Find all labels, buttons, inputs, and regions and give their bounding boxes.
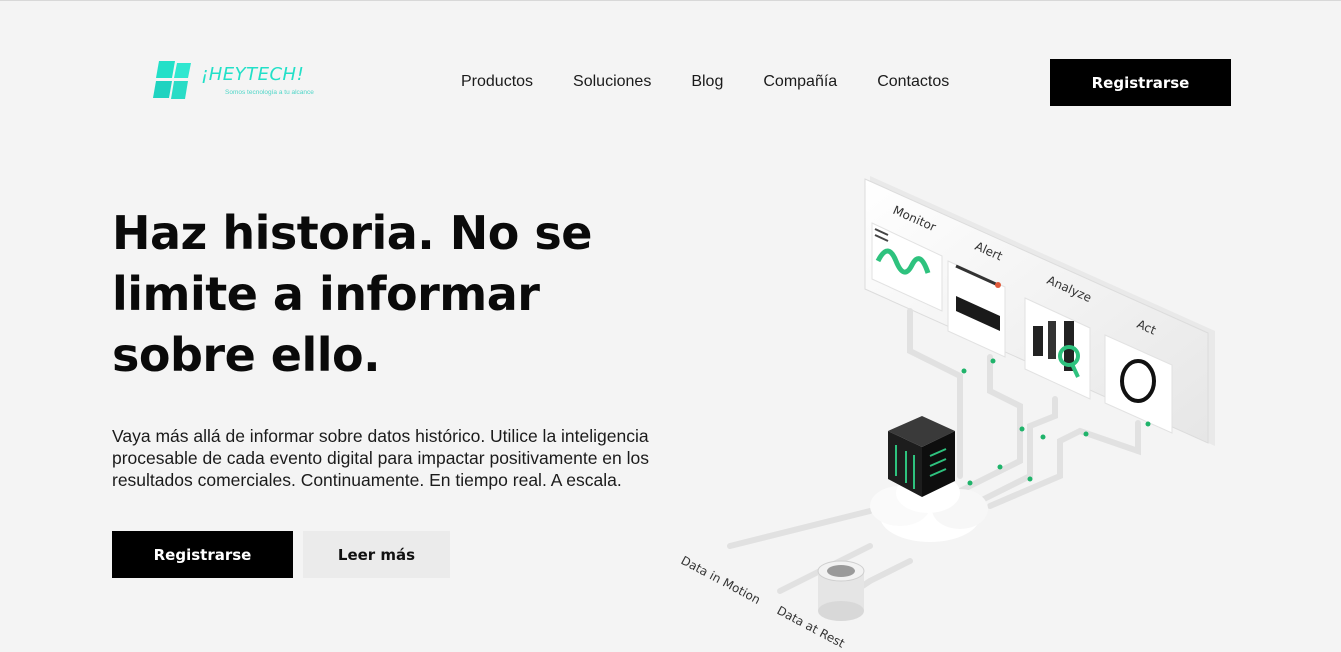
nav-item-blog[interactable]: Blog: [691, 73, 723, 91]
register-button[interactable]: Registrarse: [112, 531, 293, 578]
hero-title: Haz historia. No se limite a informar so…: [112, 206, 593, 382]
logo-mark-icon: [153, 61, 191, 99]
storage-cylinder-icon: [817, 560, 865, 621]
brand-logo[interactable]: ¡HEYTECH! Somos tecnología a tu alcance: [153, 59, 328, 103]
nav-item-soluciones[interactable]: Soluciones: [573, 73, 651, 91]
main-nav: Productos Soluciones Blog Compañía Conta…: [461, 73, 949, 91]
data-flow-illustration: Monitor Alert Analyze Act Data in Motion…: [679, 176, 1215, 651]
nav-item-contactos[interactable]: Contactos: [877, 73, 949, 91]
read-more-button[interactable]: Leer más: [303, 531, 450, 578]
processing-cube-icon: [888, 416, 955, 497]
header-register-button[interactable]: Registrarse: [1050, 59, 1231, 106]
hero-subtitle: Vaya más allá de informar sobre datos hi…: [112, 426, 649, 490]
brand-tagline: Somos tecnología a tu alcance: [225, 89, 314, 96]
label-data-in-motion: Data in Motion: [679, 553, 763, 607]
nav-item-productos[interactable]: Productos: [461, 73, 533, 91]
nav-item-compania[interactable]: Compañía: [763, 73, 837, 91]
brand-name: ¡HEYTECH!: [201, 64, 305, 85]
